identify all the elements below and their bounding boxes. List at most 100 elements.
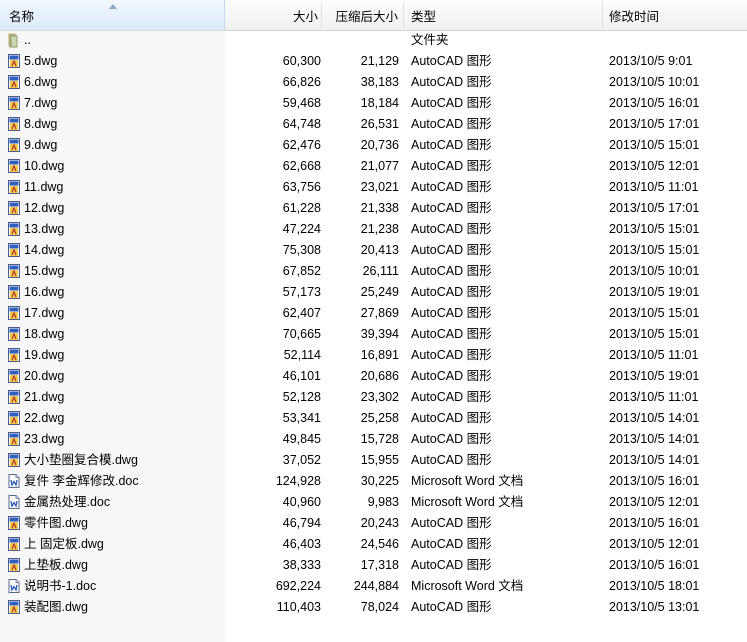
file-modified: 2013/10/5 16:01 (609, 474, 700, 488)
file-type: AutoCAD 图形 (411, 516, 492, 530)
dwg-file-icon (6, 347, 22, 363)
column-header-compressed-size[interactable]: 压缩后大小 (321, 0, 401, 30)
dwg-file-icon (6, 557, 22, 573)
file-row[interactable]: 6.dwg 66,826 38,183 AutoCAD 图形 2013/10/5 10:… (0, 72, 747, 93)
file-size: 124,928 (275, 474, 321, 488)
file-type: AutoCAD 图形 (411, 117, 492, 131)
file-row[interactable]: 23.dwg 49,845 15,728 AutoCAD 图形 2013/10/5 14… (0, 429, 747, 450)
file-row[interactable]: 10.dwg 62,668 21,077 AutoCAD 图形 2013/10/5 12… (0, 156, 747, 177)
file-modified: 2013/10/5 14:01 (609, 432, 700, 446)
file-row[interactable]: 8.dwg 64,748 26,531 AutoCAD 图形 2013/10/5 17:… (0, 114, 747, 135)
file-type: AutoCAD 图形 (411, 201, 492, 215)
file-name: .. (24, 33, 31, 47)
file-size: 57,173 (282, 285, 321, 299)
file-compressed-size: 21,129 (360, 54, 399, 68)
file-row[interactable]: 20.dwg 46,101 20,686 AutoCAD 图形 2013/10/5 19… (0, 366, 747, 387)
file-row[interactable]: 13.dwg 47,224 21,238 AutoCAD 图形 2013/10/5 15… (0, 219, 747, 240)
dwg-file-icon (6, 305, 22, 321)
file-row[interactable]: 大小垫圈复合模.dwg 37,052 15,955 AutoCAD 图形 2013/10… (0, 450, 747, 471)
file-name: 9.dwg (24, 138, 58, 152)
file-name: 复件 李金辉修改.doc (24, 474, 139, 488)
column-header-size[interactable]: 大小 (225, 0, 321, 30)
dwg-file-icon (6, 95, 22, 111)
file-compressed-size: 20,243 (360, 516, 399, 530)
file-compressed-size: 21,077 (360, 159, 399, 173)
file-name: 22.dwg (24, 411, 65, 425)
file-modified: 2013/10/5 14:01 (609, 411, 700, 425)
file-type: AutoCAD 图形 (411, 96, 492, 110)
file-size: 64,748 (282, 117, 321, 131)
file-modified: 2013/10/5 19:01 (609, 285, 700, 299)
file-modified: 2013/10/5 15:01 (609, 138, 700, 152)
folder-icon (6, 32, 22, 48)
dwg-file-icon (6, 599, 22, 615)
dwg-file-icon (6, 137, 22, 153)
file-type: AutoCAD 图形 (411, 222, 492, 236)
file-row[interactable]: 11.dwg 63,756 23,021 AutoCAD 图形 2013/10/5 11… (0, 177, 747, 198)
file-row[interactable]: 说明书-1.doc 692,224 244,884 Microsoft Word 文档… (0, 576, 747, 597)
file-size: 62,407 (282, 306, 321, 320)
file-row[interactable]: 9.dwg 62,476 20,736 AutoCAD 图形 2013/10/5 15:… (0, 135, 747, 156)
file-compressed-size: 27,869 (360, 306, 399, 320)
file-compressed-size: 21,238 (360, 222, 399, 236)
column-header-type[interactable]: 类型 (405, 0, 605, 30)
file-type: AutoCAD 图形 (411, 159, 492, 173)
column-name-label: 名称 (9, 10, 35, 24)
file-compressed-size: 25,258 (360, 411, 399, 425)
file-size: 46,101 (282, 369, 321, 383)
file-name: 8.dwg (24, 117, 58, 131)
file-row[interactable]: 上 固定板.dwg 46,403 24,546 AutoCAD 图形 2013/10/5… (0, 534, 747, 555)
file-row[interactable]: 12.dwg 61,228 21,338 AutoCAD 图形 2013/10/5 17… (0, 198, 747, 219)
file-row[interactable]: 22.dwg 53,341 25,258 AutoCAD 图形 2013/10/5 14… (0, 408, 747, 429)
file-size: 38,333 (282, 558, 321, 572)
file-row[interactable]: 5.dwg 60,300 21,129 AutoCAD 图形 2013/10/5 9:0… (0, 51, 747, 72)
file-row[interactable]: 18.dwg 70,665 39,394 AutoCAD 图形 2013/10/5 15… (0, 324, 747, 345)
file-compressed-size: 15,955 (360, 453, 399, 467)
file-row[interactable]: 21.dwg 52,128 23,302 AutoCAD 图形 2013/10/5 11… (0, 387, 747, 408)
file-name: 大小垫圈复合模.dwg (24, 453, 138, 467)
file-row[interactable]: 上垫板.dwg 38,333 17,318 AutoCAD 图形 2013/10/5 1… (0, 555, 747, 576)
file-size: 75,308 (282, 243, 321, 257)
file-row[interactable]: 7.dwg 59,468 18,184 AutoCAD 图形 2013/10/5 16:… (0, 93, 747, 114)
file-name: 13.dwg (24, 222, 65, 236)
file-list: .. 文件夹 5.dwg 60,300 21,129 AutoCAD 图形 2013/10/… (0, 30, 747, 618)
column-divider[interactable] (403, 2, 404, 28)
file-modified: 2013/10/5 11:01 (609, 348, 699, 362)
file-compressed-size: 25,249 (360, 285, 399, 299)
file-size: 60,300 (282, 54, 321, 68)
file-compressed-size: 17,318 (360, 558, 399, 572)
column-header: 名称 大小 压缩后大小 类型 修改时间 (0, 0, 747, 31)
file-type: 文件夹 (411, 33, 449, 47)
file-name: 19.dwg (24, 348, 65, 362)
file-compressed-size: 20,686 (360, 369, 399, 383)
dwg-file-icon (6, 389, 22, 405)
file-row[interactable]: 17.dwg 62,407 27,869 AutoCAD 图形 2013/10/5 15… (0, 303, 747, 324)
file-name: 金属热处理.doc (24, 495, 111, 509)
file-modified: 2013/10/5 15:01 (609, 327, 700, 341)
word-doc-icon (6, 473, 22, 489)
file-row[interactable]: 金属热处理.doc 40,960 9,983 Microsoft Word 文档 201… (0, 492, 747, 513)
file-row[interactable]: 16.dwg 57,173 25,249 AutoCAD 图形 2013/10/5 19… (0, 282, 747, 303)
file-compressed-size: 244,884 (353, 579, 399, 593)
file-row[interactable]: 19.dwg 52,114 16,891 AutoCAD 图形 2013/10/5 11… (0, 345, 747, 366)
file-row[interactable]: 复件 李金辉修改.doc 124,928 30,225 Microsoft Word … (0, 471, 747, 492)
file-type: AutoCAD 图形 (411, 600, 492, 614)
file-row[interactable]: 装配图.dwg 110,403 78,024 AutoCAD 图形 2013/10/5 … (0, 597, 747, 618)
file-row[interactable]: 15.dwg 67,852 26,111 AutoCAD 图形 2013/10/5 10… (0, 261, 747, 282)
file-modified: 2013/10/5 15:01 (609, 306, 700, 320)
file-type: AutoCAD 图形 (411, 327, 492, 341)
dwg-file-icon (6, 221, 22, 237)
file-type: AutoCAD 图形 (411, 138, 492, 152)
dwg-file-icon (6, 158, 22, 174)
file-name: 14.dwg (24, 243, 65, 257)
file-name: 12.dwg (24, 201, 65, 215)
column-modified-label: 修改时间 (609, 10, 660, 24)
file-modified: 2013/10/5 16:01 (609, 96, 700, 110)
file-row[interactable]: 零件图.dwg 46,794 20,243 AutoCAD 图形 2013/10/5 1… (0, 513, 747, 534)
file-row[interactable]: 14.dwg 75,308 20,413 AutoCAD 图形 2013/10/5 15… (0, 240, 747, 261)
file-type: AutoCAD 图形 (411, 432, 492, 446)
file-name: 装配图.dwg (24, 600, 88, 614)
file-modified: 2013/10/5 11:01 (609, 180, 699, 194)
column-header-modified[interactable]: 修改时间 (603, 0, 747, 30)
file-row[interactable]: .. 文件夹 (0, 30, 747, 51)
